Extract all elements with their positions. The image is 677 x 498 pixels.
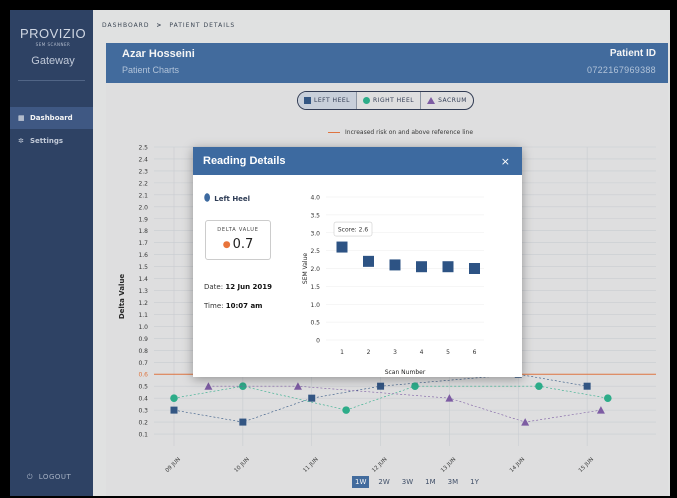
location-label: Left Heel bbox=[214, 194, 251, 203]
status-dot-icon: ● bbox=[222, 239, 231, 250]
data-point[interactable] bbox=[469, 263, 480, 274]
delta-number: 0.7 bbox=[232, 237, 254, 252]
x-tick-label: 1 bbox=[340, 349, 344, 356]
app-window: PROVIZIO SEM SCANNER Gateway ▦ Dashboard… bbox=[10, 10, 670, 496]
reading-date: Date: 12 Jun 2019 bbox=[204, 283, 272, 291]
y-tick-label: 4.0 bbox=[310, 195, 320, 202]
dialog-title: Reading Details bbox=[203, 155, 286, 167]
score-tooltip: Score: 2.6 bbox=[333, 221, 373, 237]
x-tick-label: 3 bbox=[393, 349, 397, 356]
time-label: Time: bbox=[204, 302, 224, 310]
y-tick-label: 0.5 bbox=[310, 320, 320, 327]
x-tick-label: 6 bbox=[473, 349, 477, 356]
location-heading: ⬮ Left Heel bbox=[204, 193, 250, 204]
reading-details-dialog: Reading Details × ⬮ Left Heel DELTA VALU… bbox=[193, 147, 522, 377]
close-icon[interactable]: × bbox=[501, 155, 510, 168]
y-tick-label: 2.0 bbox=[310, 266, 320, 273]
y-tick-label: 1.5 bbox=[310, 284, 320, 291]
sem-chart: 0 0.5 1.0 1.5 2.0 2.5 3.0 3.5 4.0 1 2 3 4 5 6 Scan Numb… bbox=[302, 195, 484, 376]
x-axis-label: Scan Number bbox=[385, 369, 426, 376]
data-point[interactable] bbox=[416, 261, 427, 273]
y-tick-label: 2.5 bbox=[310, 248, 320, 255]
y-axis-label: SEM Value bbox=[302, 253, 309, 284]
x-tick-label: 2 bbox=[367, 349, 371, 356]
delta-label: DELTA VALUE bbox=[217, 227, 259, 233]
date-label: Date: bbox=[204, 283, 224, 291]
x-tick-label: 5 bbox=[446, 349, 450, 356]
data-point[interactable] bbox=[442, 261, 454, 273]
delta-value-card: DELTA VALUE ● 0.7 bbox=[205, 220, 271, 260]
data-point[interactable] bbox=[336, 241, 348, 253]
tooltip-text: Score: 2.6 bbox=[338, 227, 368, 234]
y-tick-label: 3.0 bbox=[310, 230, 320, 237]
reading-time: Time: 10:07 am bbox=[204, 302, 262, 310]
y-tick-label: 3.5 bbox=[310, 212, 320, 219]
time-value: 10:07 am bbox=[225, 302, 263, 310]
y-tick-label: 0 bbox=[316, 338, 320, 345]
date-value: 12 Jun 2019 bbox=[225, 283, 272, 291]
y-tick-label: 1.0 bbox=[310, 302, 320, 309]
dialog-header: Reading Details × bbox=[193, 147, 522, 175]
data-point[interactable] bbox=[363, 255, 374, 267]
x-tick-label: 4 bbox=[420, 349, 424, 356]
delta-value: ● 0.7 bbox=[206, 237, 270, 252]
foot-icon: ⬮ bbox=[204, 193, 211, 204]
data-point[interactable] bbox=[389, 259, 401, 271]
